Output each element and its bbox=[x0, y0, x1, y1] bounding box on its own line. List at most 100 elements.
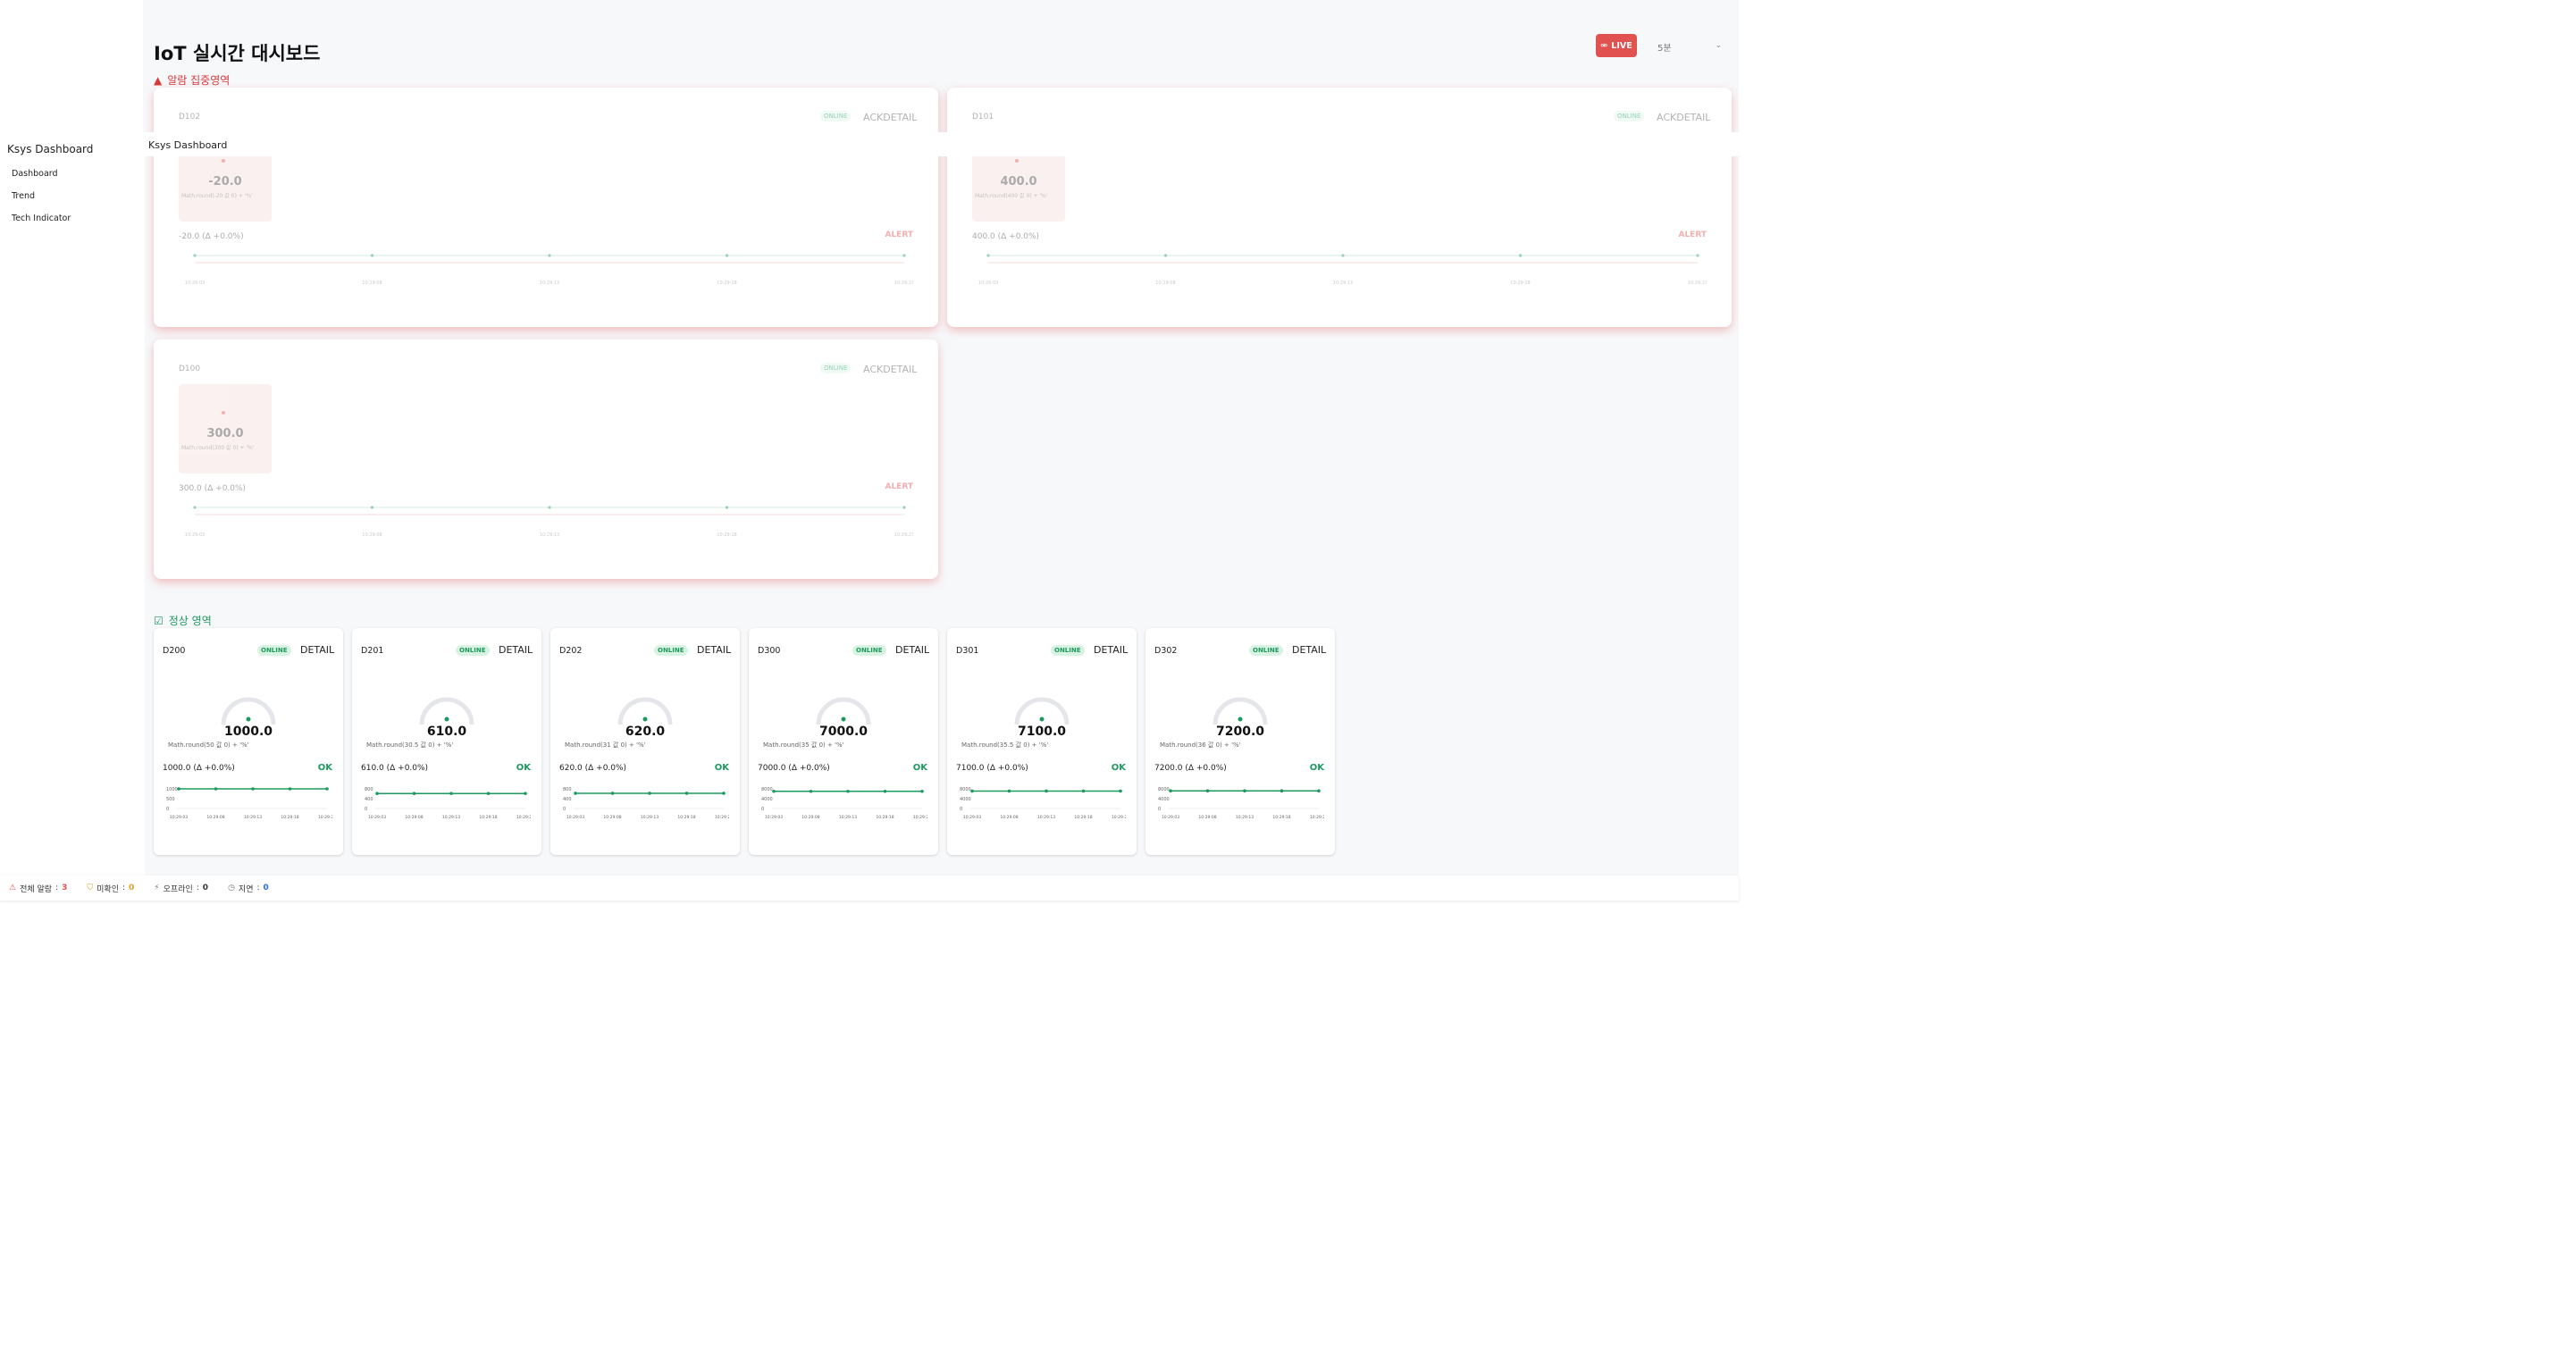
trend-chart: 1000 500 010:29:03 10:29:08 10:29:13 10:29:18… bbox=[166, 787, 332, 820]
trend-point bbox=[902, 506, 906, 509]
time-tick: 10:29:23 bbox=[715, 815, 729, 820]
delta-text: 7100.0 (Δ +0.0%) bbox=[956, 764, 1028, 773]
sidebar-brand[interactable]: Ksys Dashboard bbox=[7, 143, 145, 155]
detail-button[interactable]: DETAIL bbox=[499, 644, 533, 656]
y-tick: 500 bbox=[166, 797, 175, 802]
status-badge: ONLINE bbox=[257, 645, 291, 656]
trend-point bbox=[648, 792, 651, 795]
detail-button[interactable]: DETAIL bbox=[1094, 644, 1128, 656]
ok-label: OK bbox=[516, 763, 531, 773]
clock-icon: ◷ bbox=[228, 884, 235, 892]
sidebar: Ksys Dashboard Dashboard Trend Tech Indi… bbox=[0, 132, 145, 876]
trend-point bbox=[970, 789, 974, 793]
trend-point bbox=[722, 792, 726, 795]
trend-point bbox=[370, 506, 374, 509]
trend-point bbox=[1205, 789, 1210, 792]
status-badge: ONLINE bbox=[820, 363, 852, 373]
unplug-icon: ⚡ bbox=[154, 884, 160, 892]
status-label: 오프라인 bbox=[163, 884, 193, 894]
gauge-formula: Math.round(30.5 값 0) + '%' bbox=[366, 742, 454, 749]
trend-point bbox=[574, 792, 577, 795]
status-badge: ONLINE bbox=[820, 111, 852, 121]
ack-button[interactable]: ACK bbox=[863, 112, 883, 123]
detail-button[interactable]: DETAIL bbox=[883, 112, 917, 123]
device-card[interactable]: D302 ONLINE DETAIL 7200.0 Math.round(36 값 0)… bbox=[1145, 628, 1335, 855]
y-tick: 8000 bbox=[761, 787, 773, 792]
device-card[interactable]: D300 ONLINE DETAIL 7000.0 Math.round(35 값 0)… bbox=[749, 628, 938, 855]
status-value: 0 bbox=[263, 884, 269, 892]
time-tick: 10:29:13 bbox=[1236, 815, 1254, 820]
trend-point bbox=[883, 789, 887, 793]
detail-button[interactable]: DETAIL bbox=[883, 364, 917, 375]
time-tick: 10:29:13 bbox=[839, 815, 857, 820]
time-tick: 10:29:18 bbox=[717, 532, 736, 538]
delta-text: -20.0 (Δ +0.0%) bbox=[179, 232, 244, 241]
time-tick: 10:29:23 bbox=[516, 815, 531, 820]
trend-point bbox=[1045, 789, 1048, 793]
status-value: 3 bbox=[62, 884, 68, 892]
device-id: D102 bbox=[179, 113, 201, 121]
status-label: 지연 bbox=[238, 884, 254, 894]
gauge bbox=[419, 697, 474, 725]
detail-button[interactable]: DETAIL bbox=[697, 644, 731, 656]
trend-chart: 800 400 010:29:03 10:29:08 10:29:13 10:29:18 1… bbox=[365, 787, 531, 820]
device-id: D301 bbox=[956, 646, 979, 656]
alarm-card[interactable]: D102 ONLINE ACKDETAIL -20.0 Math.round(-20 값… bbox=[154, 88, 938, 327]
status-badge: ONLINE bbox=[1249, 645, 1283, 656]
device-card[interactable]: D201 ONLINE DETAIL 610.0 Math.round(30.5 값 0… bbox=[352, 628, 541, 855]
gauge-value: 7100.0 bbox=[1017, 725, 1067, 739]
detail-button[interactable]: DETAIL bbox=[300, 644, 334, 656]
gauge-value: 620.0 bbox=[625, 725, 666, 739]
time-tick: 10:29:23 bbox=[318, 815, 332, 820]
device-card[interactable]: D301 ONLINE DETAIL 7100.0 Math.round(35.5 값 … bbox=[947, 628, 1137, 855]
live-toggle-button[interactable]: ⚮ LIVE bbox=[1596, 34, 1637, 57]
gauge-formula: Math.round(36 값 0) + '%' bbox=[1160, 742, 1241, 749]
alarm-card-body: D102 ONLINE ACKDETAIL -20.0 Math.round(-20 값… bbox=[154, 88, 938, 327]
trend-point bbox=[610, 792, 615, 795]
time-tick: 10:29:18 bbox=[717, 281, 736, 286]
trend-point bbox=[772, 789, 776, 793]
alarm-card[interactable]: D101 ONLINE ACKDETAIL 400.0 Math.round(400 값… bbox=[947, 88, 1732, 327]
gauge-box: 300.0 Math.round(300 값 0) + '%' bbox=[179, 384, 272, 473]
time-tick: 10:29:23 bbox=[1688, 281, 1707, 286]
time-tick: 10:29:13 bbox=[540, 532, 559, 538]
device-id: D300 bbox=[758, 646, 781, 656]
sidebar-item-tech-indicator[interactable]: Tech Indicator bbox=[0, 207, 145, 230]
detail-button[interactable]: DETAIL bbox=[1676, 112, 1710, 123]
delta-text: 300.0 (Δ +0.0%) bbox=[179, 484, 247, 493]
y-tick: 400 bbox=[563, 797, 572, 802]
sidebar-item-trend[interactable]: Trend bbox=[0, 185, 145, 207]
alarm-card[interactable]: D100 ONLINE ACKDETAIL 300.0 Math.round(300 값… bbox=[154, 339, 938, 579]
time-tick: 10:29:08 bbox=[1000, 815, 1018, 820]
trend-chart: 10:29:03 10:29:08 10:29:13 10:29:18 10:29:23 bbox=[185, 506, 913, 538]
detail-button[interactable]: DETAIL bbox=[895, 644, 929, 656]
time-tick: 10:29:03 bbox=[765, 815, 783, 820]
y-tick: 400 bbox=[365, 797, 373, 802]
card-actions: ACKDETAIL bbox=[863, 112, 917, 123]
device-card[interactable]: D202 ONLINE DETAIL 620.0 Math.round(31 값 0) … bbox=[550, 628, 740, 855]
status-badge: ONLINE bbox=[852, 645, 886, 656]
alarm-section-title: ▲ 알람 집중영역 bbox=[154, 72, 230, 88]
gauge bbox=[1014, 697, 1070, 725]
trend-point bbox=[449, 792, 453, 796]
sidebar-item-dashboard[interactable]: Dashboard bbox=[0, 163, 145, 185]
device-card[interactable]: D200 ONLINE DETAIL 1000.0 Math.round(50 값 0)… bbox=[154, 628, 343, 855]
gauge-formula: Math.round(50 값 0) + '%' bbox=[168, 742, 249, 749]
sidebar-nav: Dashboard Trend Tech Indicator bbox=[0, 163, 145, 230]
gauge-needle bbox=[1015, 159, 1019, 163]
detail-button[interactable]: DETAIL bbox=[1292, 644, 1326, 656]
time-tick: 10:29:18 bbox=[876, 815, 894, 820]
time-tick: 10:29:08 bbox=[1155, 281, 1175, 286]
interval-select[interactable]: 5분 ⌄ bbox=[1649, 34, 1729, 57]
trend-point bbox=[1081, 789, 1086, 793]
time-tick: 10:29:18 bbox=[479, 815, 497, 820]
time-tick: 10:29:18 bbox=[1074, 815, 1092, 820]
y-tick: 4000 bbox=[761, 797, 773, 802]
normal-section-label: 정상 영역 bbox=[168, 615, 212, 627]
time-tick: 10:29:08 bbox=[206, 815, 224, 820]
ack-button[interactable]: ACK bbox=[1657, 112, 1676, 123]
trend-point bbox=[1119, 789, 1122, 793]
alert-label: ALERT bbox=[885, 230, 913, 239]
ack-button[interactable]: ACK bbox=[863, 364, 883, 375]
status-badge: ONLINE bbox=[1614, 111, 1645, 121]
